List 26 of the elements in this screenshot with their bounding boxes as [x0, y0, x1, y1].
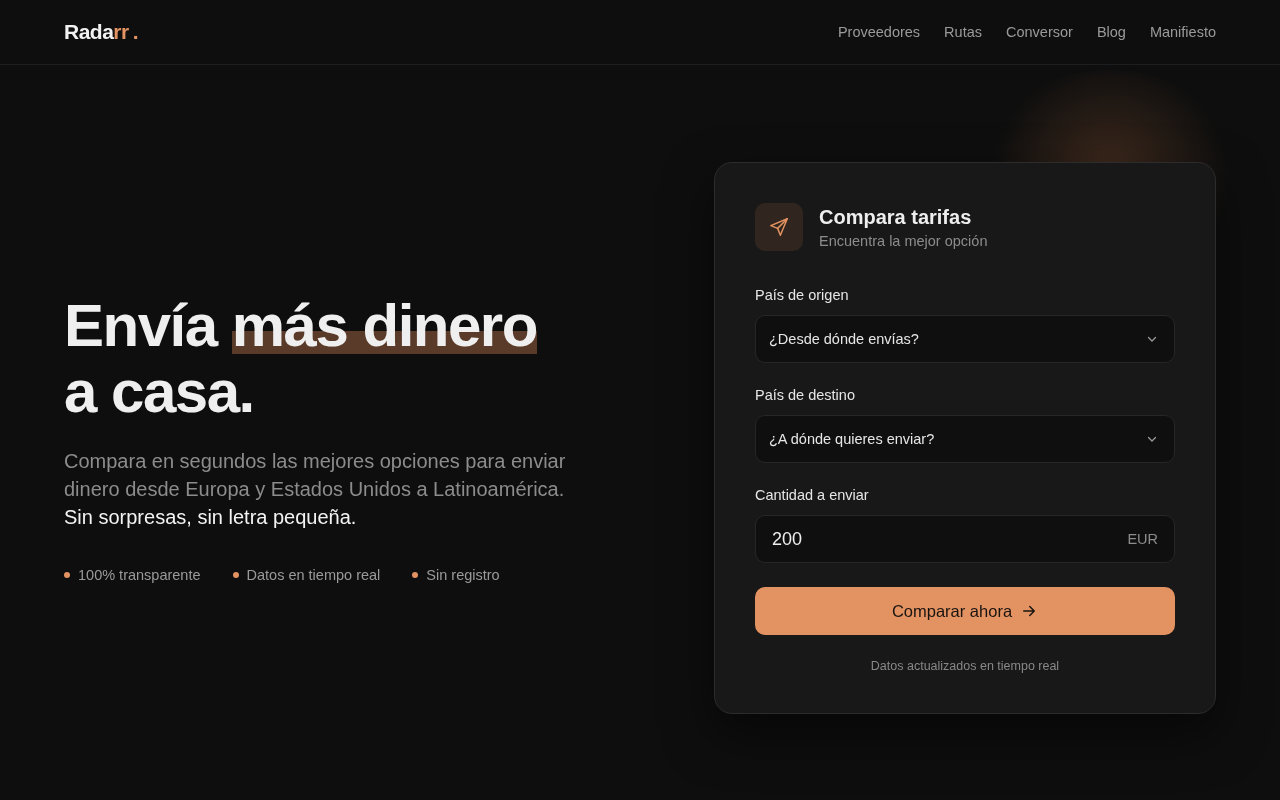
nav-link[interactable]: Manifiesto	[1149, 24, 1216, 40]
nav-link[interactable]: Rutas	[944, 24, 982, 40]
bullet-dot-icon	[232, 572, 239, 578]
country-dropdown[interactable]: ¿A dónde quieres enviar?	[755, 415, 1175, 463]
feature-label: Datos en tiempo real	[246, 567, 381, 583]
update-note: Datos actualizados en tiempo real	[869, 659, 1061, 673]
field-label: País de origen	[755, 287, 850, 303]
hero-heading: Envía más dinero a casa.	[64, 293, 538, 425]
nav-link[interactable]: Proveedores	[837, 24, 921, 40]
field-label: Cantidad a enviar	[755, 487, 870, 503]
send-icon	[755, 203, 803, 251]
country-dropdown[interactable]: ¿Desde dónde envías?	[755, 315, 1175, 363]
currency-label: EUR	[1127, 531, 1158, 547]
compare-button[interactable]: Comparar ahora	[755, 587, 1175, 635]
amount-field[interactable]: 200 EUR	[755, 515, 1175, 563]
feature-label: 100% transparente	[78, 567, 201, 583]
nav-link[interactable]: Conversor	[1006, 24, 1073, 40]
card-title: Compara tarifas	[819, 205, 973, 229]
nav-link[interactable]: Blog	[1096, 24, 1126, 40]
card-subtitle: Encuentra la mejor opción	[819, 232, 988, 249]
field-label: País de destino	[755, 387, 856, 403]
feature-label: Sin registro	[426, 567, 500, 583]
hero-description: Compara en segundos las mejores opciones para enviar dinero desde Europa y Estados Unidos a Latinoamérica. Sin sorpresas, sin letra pequeña.	[64, 449, 567, 530]
bullet-dot-icon	[64, 572, 70, 578]
bullet-dot-icon	[412, 572, 419, 578]
logo[interactable]: Radarr .	[64, 20, 139, 44]
